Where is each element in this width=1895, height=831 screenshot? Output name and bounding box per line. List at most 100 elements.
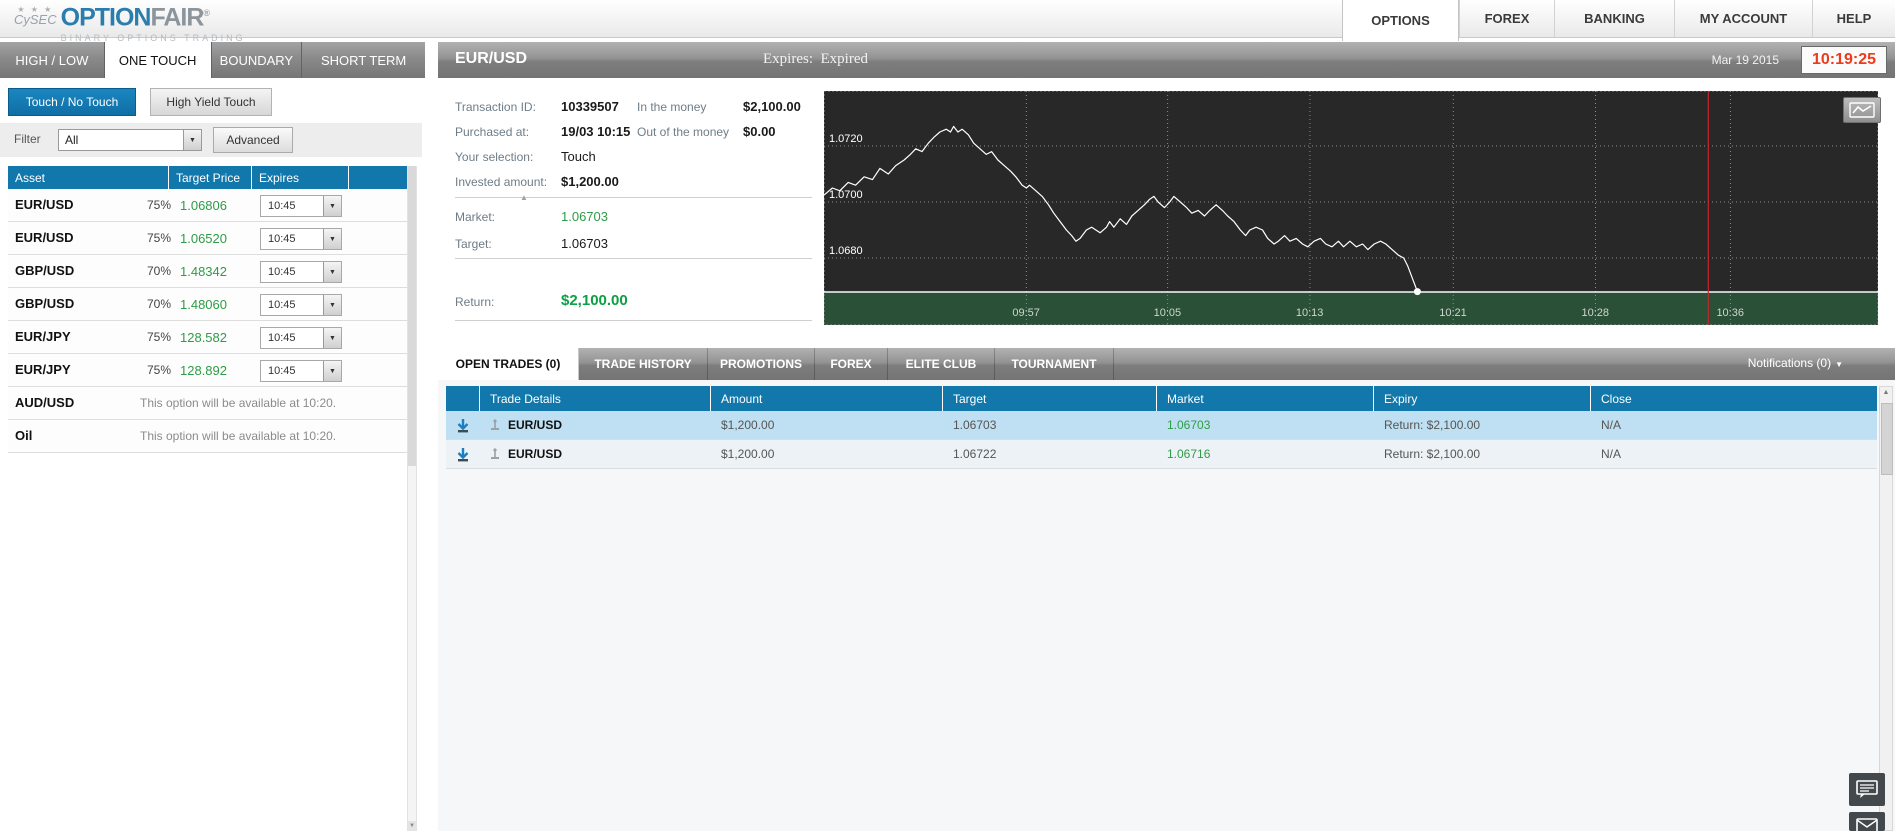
asset-payout: 75% — [146, 198, 171, 212]
trade-amount: $1,200.00 — [721, 447, 775, 461]
top-nav-tab-my-account[interactable]: MY ACCOUNT — [1674, 0, 1812, 37]
asset-unavailable-message: This option will be available at 10:20. — [140, 396, 337, 410]
trade-market: 1.06703 — [1167, 418, 1211, 432]
asset-row-disabled: Oil This option will be available at 10:… — [8, 420, 407, 453]
col-expiry: Expiry — [1374, 386, 1591, 411]
trade-row[interactable]: EUR/USD $1,200.00 1.06703 1.06703 Return… — [446, 411, 1877, 440]
chevron-down-icon[interactable]: ▼ — [323, 196, 341, 216]
col-close: Close — [1601, 391, 1632, 406]
svg-text:1.0720: 1.0720 — [829, 133, 863, 145]
invested-value: $1,200.00 — [561, 174, 619, 189]
download-icon[interactable] — [446, 411, 480, 439]
asset-name: EUR/JPY — [15, 329, 71, 344]
svg-text:09:57: 09:57 — [1012, 307, 1040, 319]
transaction-id-label: Transaction ID: — [455, 100, 536, 114]
tab-high-low[interactable]: HIGH / LOW — [0, 42, 105, 78]
selection-value: Touch — [561, 149, 596, 164]
expiry-select[interactable]: 10:45 ▼ — [260, 261, 342, 283]
chart-type-button[interactable] — [1843, 97, 1881, 123]
scroll-up-icon[interactable]: ▲ — [520, 193, 528, 202]
tab-forex[interactable]: FOREX — [815, 348, 888, 380]
live-chat-button[interactable] — [1849, 773, 1885, 806]
asset-target-price: 1.06520 — [180, 231, 227, 246]
asset-target-price: 1.48342 — [180, 264, 227, 279]
cysec-badge: ★ ★ ★ CySEC — [14, 5, 57, 26]
expiry-select[interactable]: 10:45 ▼ — [260, 294, 342, 316]
open-trades-header: Trade Details Amount Target Market Expir… — [446, 386, 1877, 411]
top-nav-tab-help[interactable]: HELP — [1812, 0, 1895, 37]
top-nav-tab-options[interactable]: OPTIONS — [1342, 0, 1459, 41]
high-yield-touch-button[interactable]: High Yield Touch — [150, 88, 272, 116]
session-date: Mar 19 2015 — [1711, 53, 1779, 67]
tab-promotions[interactable]: PROMOTIONS — [708, 348, 815, 380]
touch-no-touch-button[interactable]: Touch / No Touch — [8, 88, 136, 116]
svg-text:1.0680: 1.0680 — [829, 245, 863, 257]
chevron-down-icon[interactable]: ▼ — [323, 328, 341, 348]
chevron-down-icon[interactable]: ▼ — [323, 295, 341, 315]
notifications-label: Notifications (0) — [1747, 356, 1832, 370]
top-nav: OPTIONS FOREX BANKING MY ACCOUNT HELP — [1342, 0, 1895, 41]
asset-row[interactable]: GBP/USD 70% 1.48060 10:45 ▼ — [8, 288, 407, 321]
filter-select-value: All — [65, 133, 79, 147]
asset-row[interactable]: GBP/USD 70% 1.48342 10:45 ▼ — [8, 255, 407, 288]
scroll-up-icon[interactable]: ▲ — [1880, 389, 1892, 396]
registered-mark: ® — [203, 8, 210, 18]
filter-select[interactable]: All ▼ — [58, 129, 202, 151]
col-target-price: Target Price — [169, 166, 252, 189]
trades-scrollbar[interactable]: ▲ — [1879, 386, 1893, 831]
scrollbar-thumb[interactable] — [408, 166, 416, 466]
top-nav-tab-forex[interactable]: FOREX — [1459, 0, 1554, 37]
asset-target-price: 128.582 — [180, 330, 227, 345]
advanced-button[interactable]: Advanced — [213, 127, 293, 153]
asset-table: Asset Target Price Expires EUR/USD 75% 1… — [8, 166, 407, 453]
trade-close: N/A — [1601, 418, 1622, 432]
selection-label: Your selection: — [455, 150, 534, 164]
chevron-down-icon[interactable]: ▼ — [323, 262, 341, 282]
notifications-dropdown[interactable]: Notifications (0) ▼ — [1748, 356, 1843, 370]
asset-target-price: 128.892 — [180, 363, 227, 378]
expiry-select[interactable]: 10:45 ▼ — [260, 228, 342, 250]
expiry-select[interactable]: 10:45 ▼ — [260, 195, 342, 217]
asset-row[interactable]: EUR/USD 75% 1.06806 10:45 ▼ — [8, 189, 407, 222]
price-chart-canvas: 1.0680 1.0700 1.0720 09:57 10:05 10:13 10:21 10… — [823, 91, 1878, 325]
tab-tournament[interactable]: TOURNAMENT — [995, 348, 1114, 380]
tab-one-touch[interactable]: ONE TOUCH — [104, 42, 212, 78]
top-nav-tab-banking[interactable]: BANKING — [1554, 0, 1674, 37]
col-target: Target — [943, 386, 1157, 411]
expiry-value: 10:45 — [268, 233, 296, 245]
tab-short-term[interactable]: SHORT TERM — [302, 42, 425, 78]
chevron-down-icon[interactable]: ▼ — [323, 361, 341, 381]
asset-row[interactable]: EUR/USD 75% 1.06520 10:45 ▼ — [8, 222, 407, 255]
expiry-value: 10:45 — [268, 299, 296, 311]
asset-target-price: 1.48060 — [180, 297, 227, 312]
col-amount: Amount — [711, 386, 943, 411]
asset-name: GBP/USD — [15, 263, 75, 278]
col-trade-details: Trade Details — [480, 386, 711, 411]
trade-row[interactable]: EUR/USD $1,200.00 1.06722 1.06716 Return… — [446, 440, 1877, 469]
tab-trade-history[interactable]: TRADE HISTORY — [579, 348, 708, 380]
scrollbar-thumb[interactable] — [1881, 403, 1893, 475]
chevron-down-icon[interactable]: ▼ — [183, 130, 201, 150]
asset-row[interactable]: EUR/JPY 75% 128.892 10:45 ▼ — [8, 354, 407, 387]
line-chart-icon — [1849, 102, 1875, 118]
download-icon[interactable] — [446, 440, 480, 468]
out-money-value: $0.00 — [743, 124, 776, 139]
scroll-down-icon[interactable]: ▼ — [408, 821, 416, 831]
divider — [455, 258, 812, 259]
asset-row[interactable]: EUR/JPY 75% 128.582 10:45 ▼ — [8, 321, 407, 354]
svg-text:10:36: 10:36 — [1716, 307, 1744, 319]
svg-text:1.0700: 1.0700 — [829, 189, 863, 201]
svg-text:10:05: 10:05 — [1154, 307, 1182, 319]
asset-unavailable-message: This option will be available at 10:20. — [140, 429, 337, 443]
touch-indicator-icon — [491, 448, 499, 459]
contact-email-button[interactable] — [1849, 812, 1885, 831]
col-asset: Asset — [8, 166, 169, 189]
chevron-down-icon[interactable]: ▼ — [323, 229, 341, 249]
expiry-select[interactable]: 10:45 ▼ — [260, 360, 342, 382]
tab-open-trades[interactable]: OPEN TRADES (0) — [438, 348, 579, 380]
sidebar-scrollbar[interactable]: ▼ — [407, 166, 417, 831]
expiry-select[interactable]: 10:45 ▼ — [260, 327, 342, 349]
trade-amount: $1,200.00 — [721, 418, 775, 432]
tab-elite-club[interactable]: ELITE CLUB — [888, 348, 995, 380]
tab-boundary[interactable]: BOUNDARY — [211, 42, 303, 78]
